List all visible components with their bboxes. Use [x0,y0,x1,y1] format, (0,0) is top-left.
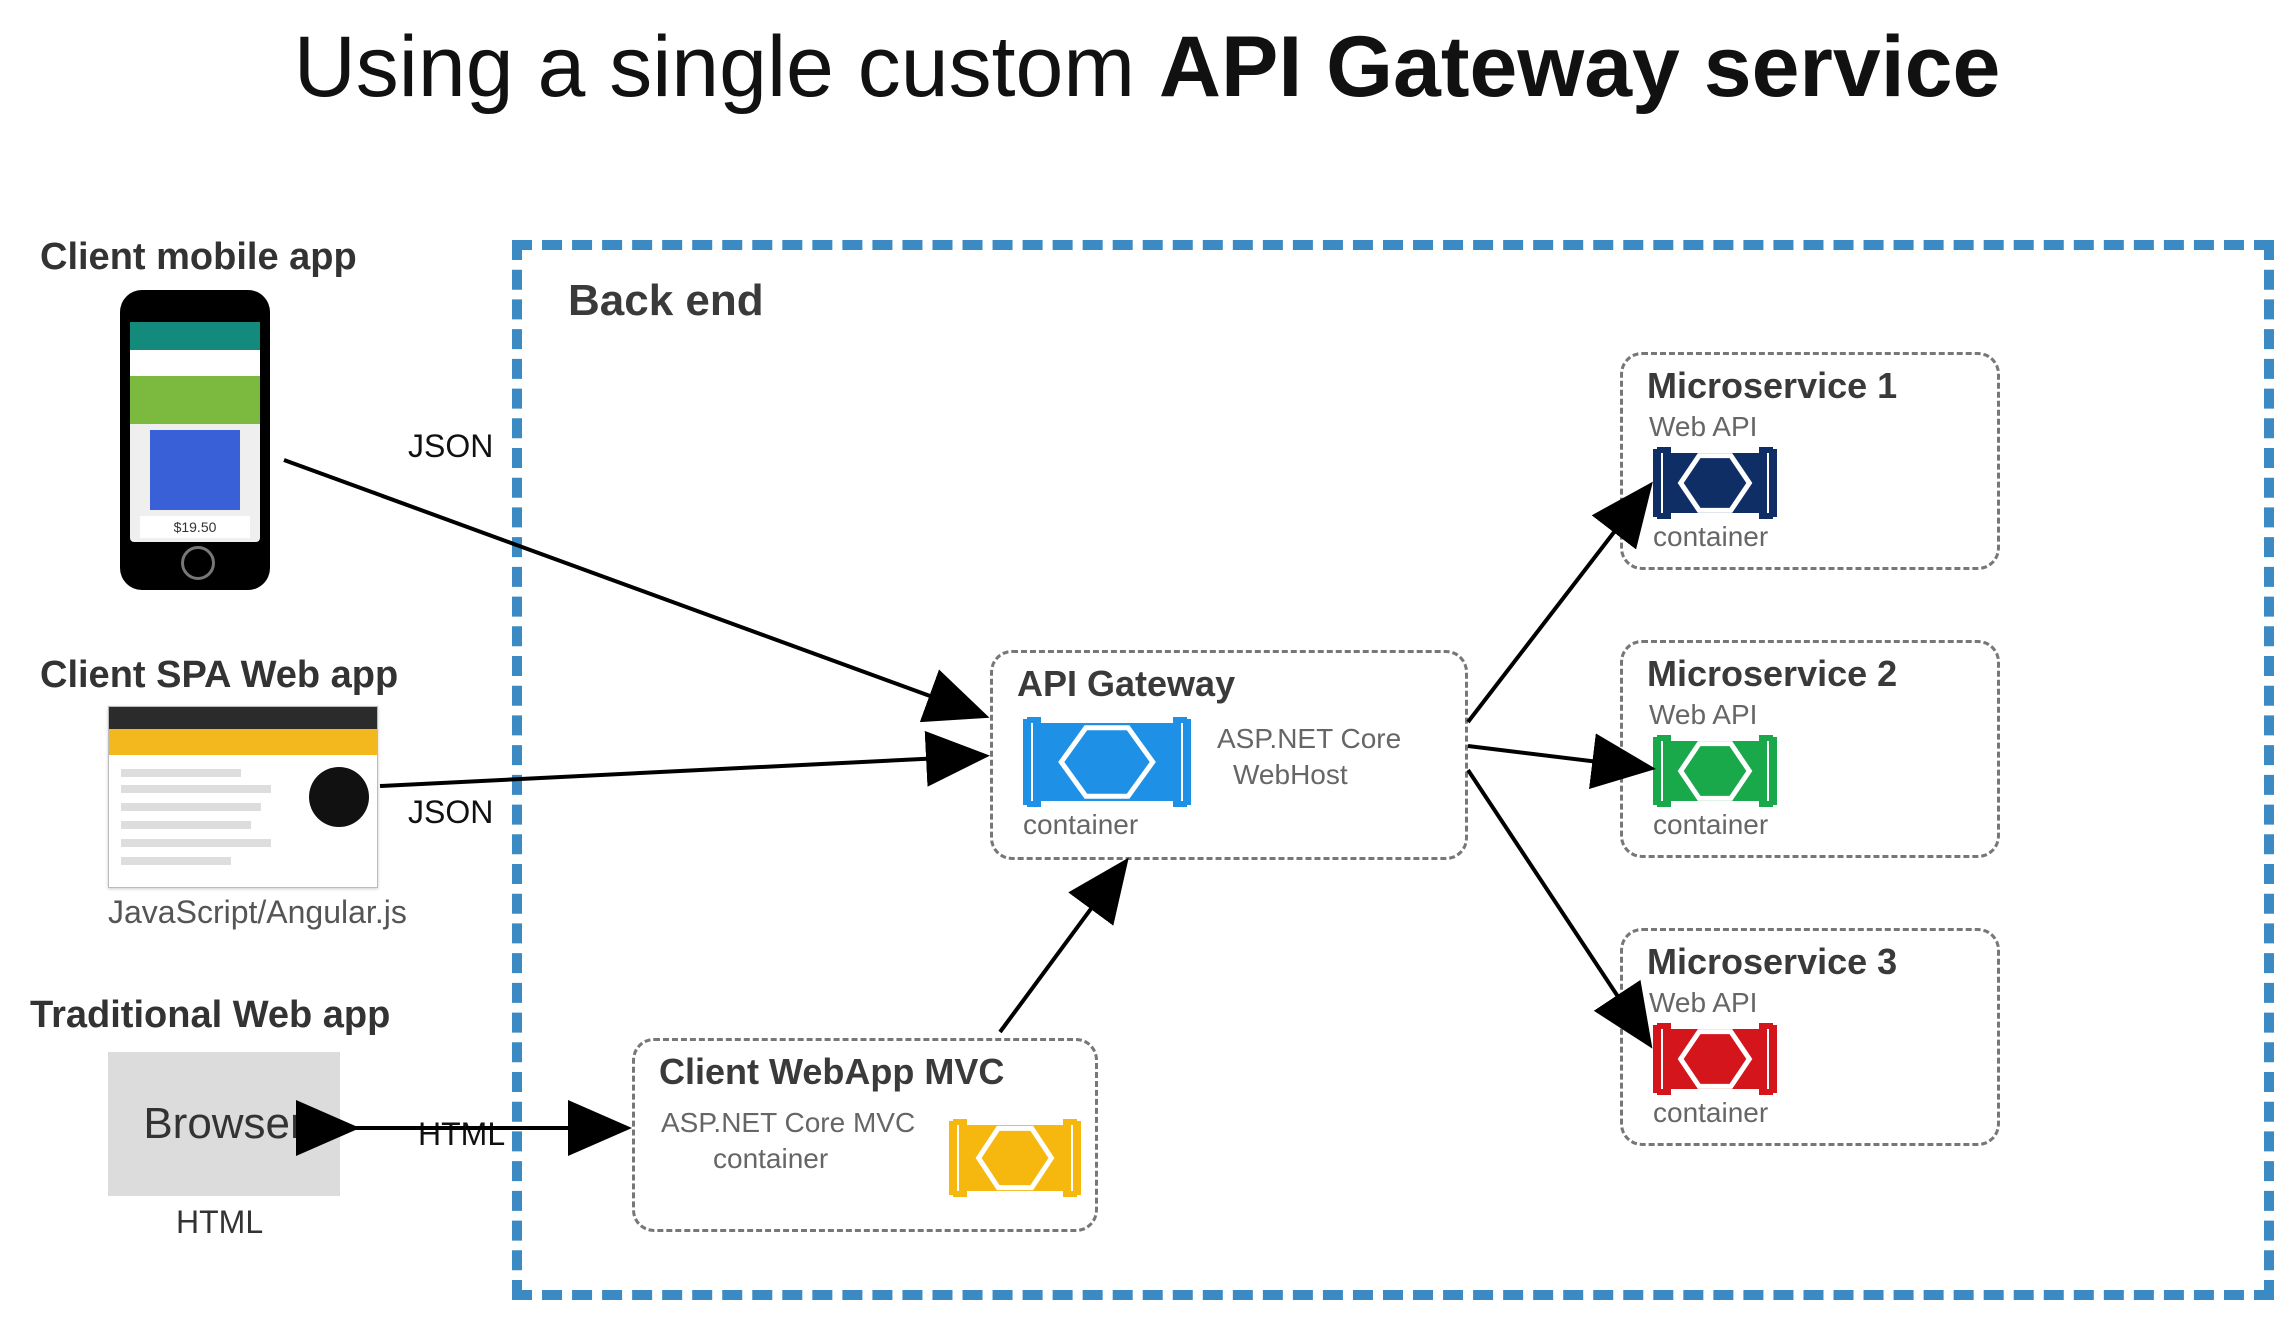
arrow-mvc-to-gateway [1000,864,1124,1032]
arrow-gateway-to-ms1 [1468,488,1648,722]
arrow-gateway-to-ms3 [1468,770,1648,1042]
arrow-gateway-to-ms2 [1468,746,1648,768]
arrow-spa-to-gateway [380,756,982,786]
arrow-mobile-to-gateway [284,460,982,715]
arrows-layer [0,0,2294,1331]
